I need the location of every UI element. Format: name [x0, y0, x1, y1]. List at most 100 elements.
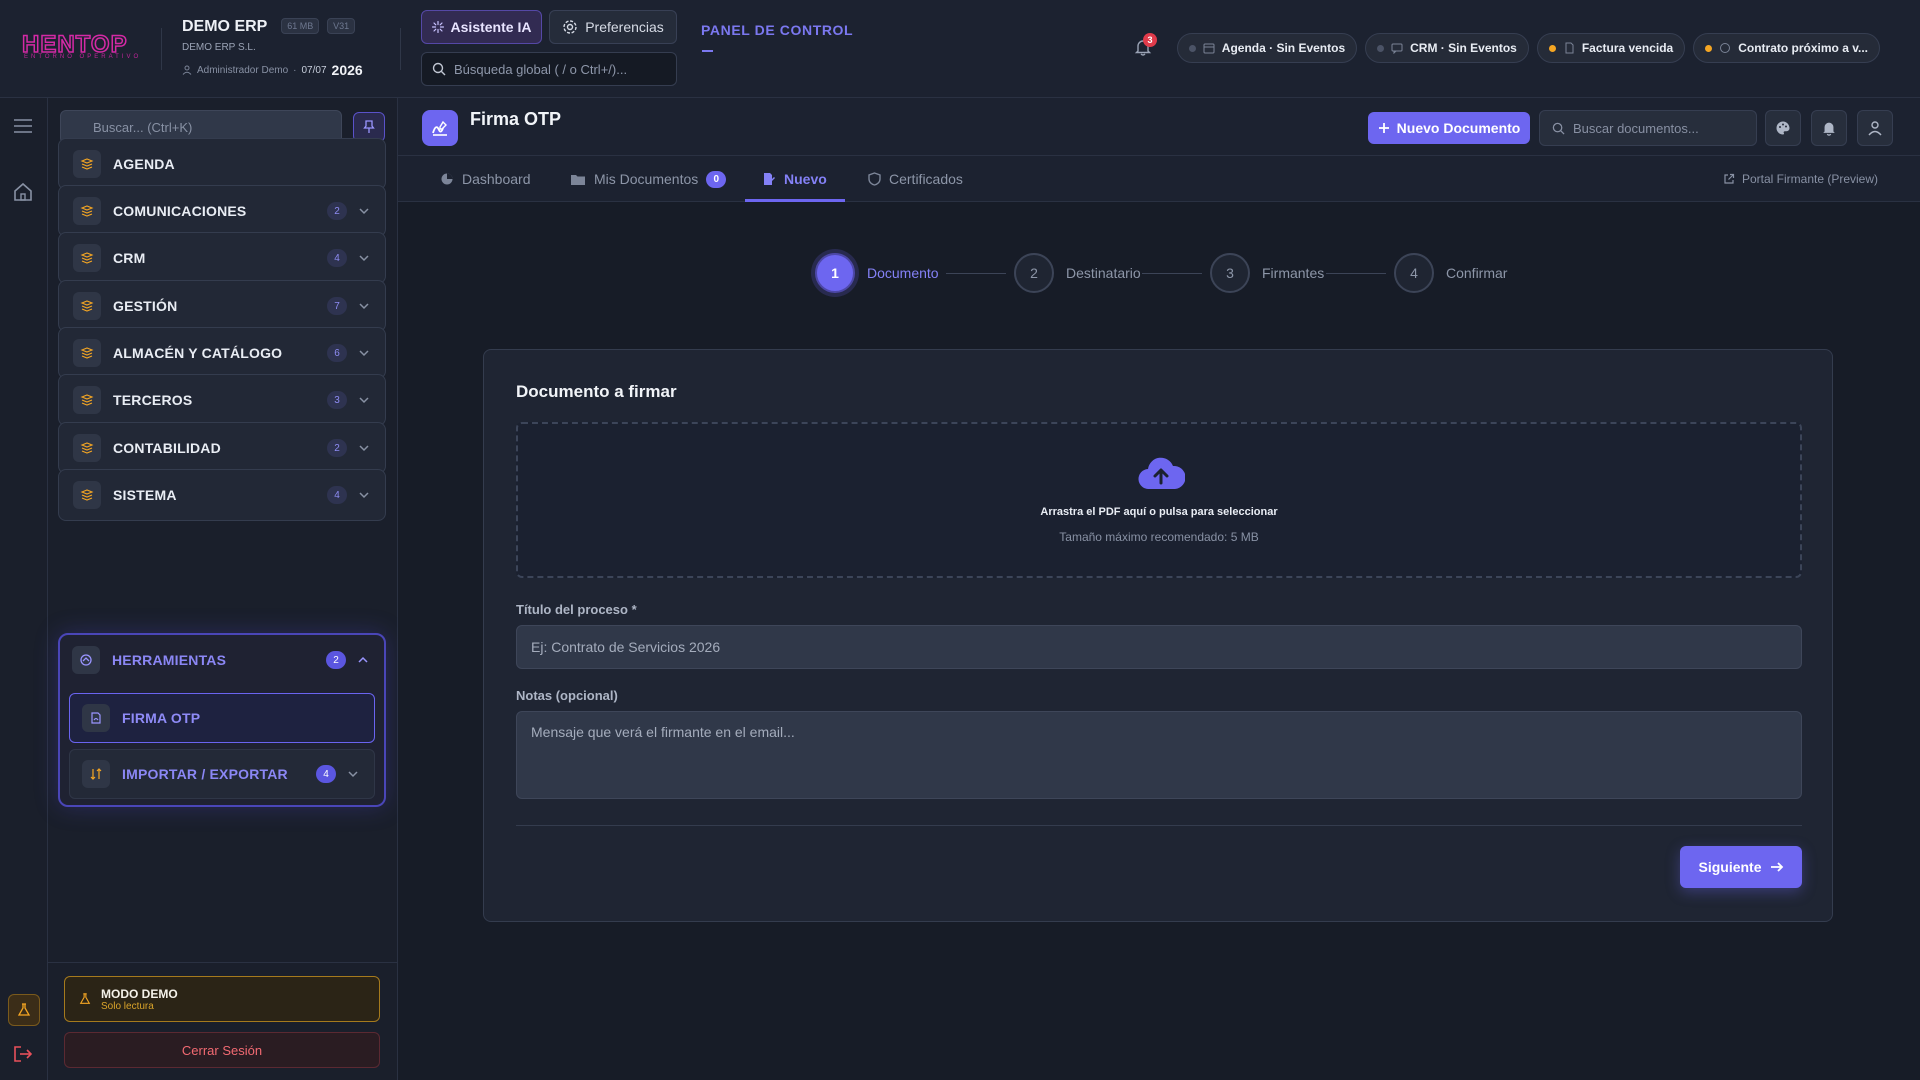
- pdf-dropzone[interactable]: Arrastra el PDF aquí o pulsa para selecc…: [516, 422, 1802, 578]
- divider: [400, 28, 401, 70]
- next-button[interactable]: Siguiente: [1680, 846, 1802, 888]
- chevron-down-icon: [359, 208, 369, 215]
- notes-field-label: Notas (opcional): [516, 688, 618, 703]
- alert-chip-agenda[interactable]: Agenda · Sin Eventos: [1176, 33, 1358, 63]
- sidebar-item-label: CRM: [113, 250, 146, 266]
- tab-certificados[interactable]: Certificados: [868, 156, 963, 202]
- ai-assistant-button[interactable]: Asistente IA: [421, 10, 542, 44]
- sidebar-item-label: GESTIÓN: [113, 298, 178, 314]
- notification-badge: 3: [1143, 33, 1157, 47]
- sidebar-item-almacén-y-catálogo[interactable]: ALMACÉN Y CATÁLOGO 6: [58, 327, 386, 379]
- flask-icon: [17, 1003, 31, 1016]
- external-link-icon: [1724, 173, 1735, 184]
- module-icon: [73, 150, 101, 178]
- divider: [516, 825, 1802, 826]
- global-search-input[interactable]: Búsqueda global ( / o Ctrl+/)...: [421, 52, 677, 86]
- step-number: 4: [1394, 253, 1434, 293]
- tab-label: Dashboard: [462, 171, 531, 187]
- step-documento[interactable]: 1 Documento: [815, 253, 939, 293]
- sidebar-item-terceros[interactable]: TERCEROS 3: [58, 374, 386, 426]
- alert-chip-contract[interactable]: Contrato próximo a v...: [1693, 33, 1880, 63]
- card-title: Documento a firmar: [516, 382, 677, 401]
- user-menu-button[interactable]: [1857, 110, 1893, 146]
- process-title-input[interactable]: Ej: Contrato de Servicios 2026: [516, 625, 1802, 669]
- sidebar-item-count: 2: [327, 439, 347, 457]
- user-icon: [182, 65, 192, 75]
- preferences-button[interactable]: Preferencias: [549, 10, 677, 44]
- sidebar-item-count: 4: [327, 249, 347, 267]
- alert-chip-crm[interactable]: CRM · Sin Eventos: [1365, 33, 1529, 63]
- module-icon: [73, 197, 101, 225]
- chevron-down-icon: [359, 303, 369, 310]
- palette-icon: [1776, 121, 1790, 135]
- file-signature-icon: [764, 173, 775, 185]
- alert-label: Factura vencida: [1581, 41, 1674, 55]
- sidebar-group-count: 2: [326, 651, 346, 669]
- sidebar-item-count: 4: [316, 765, 336, 783]
- sidebar-group-herramientas[interactable]: HERRAMIENTAS 2 FIRMA OTP IMPORTAR / EXPO…: [58, 633, 386, 807]
- chevron-down-icon: [348, 771, 358, 778]
- step-connector: [1142, 273, 1202, 274]
- icon-rail: [0, 98, 48, 1080]
- chevron-down-icon: [359, 350, 369, 357]
- alert-chips: Agenda · Sin Eventos CRM · Sin Eventos F…: [1176, 33, 1880, 63]
- version-chip: V31: [327, 18, 356, 34]
- company-name: DEMO ERP: [182, 18, 268, 35]
- sidebar-item-count: 3: [327, 391, 347, 409]
- divider: [161, 28, 162, 70]
- sidebar-item-comunicaciones[interactable]: COMUNICACIONES 2: [58, 185, 386, 237]
- logout-button[interactable]: Cerrar Sesión: [64, 1032, 380, 1068]
- sidebar-item-gestión[interactable]: GESTIÓN 7: [58, 280, 386, 332]
- sidebar-item-count: 4: [327, 486, 347, 504]
- step-connector: [946, 273, 1006, 274]
- step-destinatario[interactable]: 2 Destinatario: [1014, 253, 1141, 293]
- sparkle-icon: [431, 21, 444, 33]
- panel-title[interactable]: PANEL DE CONTROL: [701, 22, 853, 38]
- import-export-icon: [82, 760, 110, 788]
- notes-textarea[interactable]: Mensaje que verá el firmante en el email…: [516, 711, 1802, 799]
- demo-mode-rail-button[interactable]: [8, 994, 40, 1026]
- notifications-button[interactable]: [1811, 110, 1847, 146]
- document-search-input[interactable]: Buscar documentos...: [1539, 110, 1757, 146]
- logout-icon[interactable]: [12, 1044, 34, 1064]
- document-form-card: Documento a firmar Arrastra el PDF aquí …: [483, 349, 1833, 922]
- step-confirmar[interactable]: 4 Confirmar: [1394, 253, 1507, 293]
- tab-label: Certificados: [889, 171, 963, 187]
- tab-nuevo[interactable]: Nuevo: [762, 156, 827, 202]
- search-icon: [1552, 122, 1565, 135]
- tab-mis-documentos[interactable]: Mis Documentos 0: [570, 156, 727, 202]
- module-icon: [73, 292, 101, 320]
- sidebar-item-agenda[interactable]: AGENDA: [58, 138, 386, 190]
- home-icon[interactable]: [12, 182, 34, 202]
- preferences-label: Preferencias: [585, 19, 664, 35]
- sidebar-item-label: SISTEMA: [113, 487, 177, 503]
- module-icon: [73, 244, 101, 272]
- menu-icon[interactable]: [12, 118, 34, 134]
- sidebar-item-sistema[interactable]: SISTEMA 4: [58, 469, 386, 521]
- theme-button[interactable]: [1765, 110, 1801, 146]
- alert-label: Agenda · Sin Eventos: [1221, 41, 1346, 55]
- sidebar-item-firma-otp[interactable]: FIRMA OTP: [69, 693, 375, 743]
- alert-chip-invoice[interactable]: Factura vencida: [1536, 33, 1686, 63]
- sidebar: Buscar... (Ctrl+K) AGENDA COMUNICACIONES 2…: [48, 98, 398, 1080]
- cloud-upload-icon: [1138, 457, 1185, 490]
- new-document-button[interactable]: Nuevo Documento: [1368, 112, 1530, 144]
- brand-tagline: ENTORNO OPERATIVO: [24, 54, 142, 60]
- plus-icon: [1378, 123, 1389, 133]
- tab-dashboard[interactable]: Dashboard: [440, 156, 531, 202]
- calendar-icon: [1203, 43, 1215, 54]
- sidebar-item-contabilidad[interactable]: CONTABILIDAD 2: [58, 422, 386, 474]
- chat-icon: [1720, 43, 1731, 53]
- sidebar-item-importar-exportar[interactable]: IMPORTAR / EXPORTAR 4: [69, 749, 375, 799]
- step-number: 1: [815, 253, 855, 293]
- portal-firmante-link[interactable]: Portal Firmante (Preview): [1723, 156, 1878, 202]
- current-year: 2026: [331, 62, 363, 78]
- step-firmantes[interactable]: 3 Firmantes: [1210, 253, 1324, 293]
- status-dot: [1188, 44, 1196, 52]
- sidebar-group-header[interactable]: HERRAMIENTAS 2: [60, 635, 384, 685]
- next-label: Siguiente: [1698, 859, 1762, 875]
- user-line: Administrador Demo · 07/07 2026: [182, 62, 363, 78]
- signature-icon: [82, 704, 110, 732]
- signature-icon: [422, 110, 458, 146]
- sidebar-item-crm[interactable]: CRM 4: [58, 232, 386, 284]
